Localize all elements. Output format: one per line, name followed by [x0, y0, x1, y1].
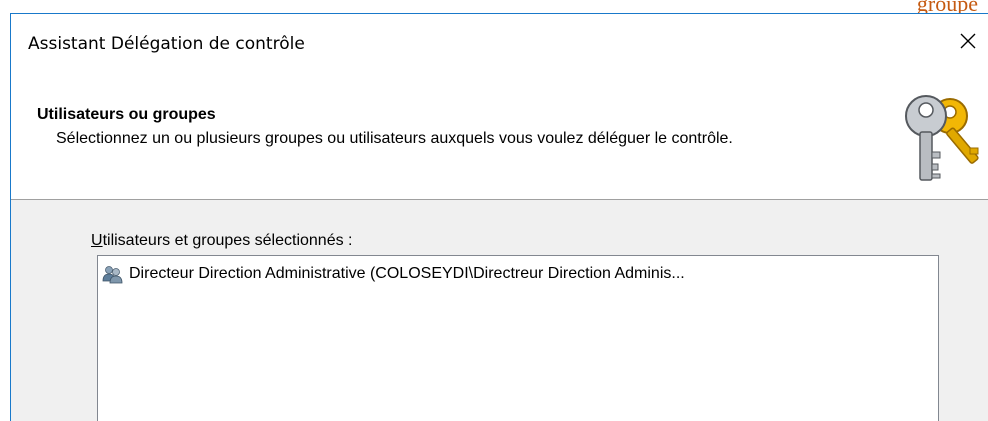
step-title: Utilisateurs ou groupes [37, 106, 216, 123]
background-document-strip: groupe [0, 0, 988, 14]
window-title: Assistant Délégation de contrôle [28, 34, 305, 54]
keys-icon [905, 95, 979, 181]
title-bar[interactable]: Assistant Délégation de contrôle [11, 14, 988, 74]
wizard-header: Utilisateurs ou groupes Sélectionnez un … [11, 74, 988, 200]
background-text-fragment: groupe [916, 0, 978, 14]
list-item[interactable]: Directeur Direction Administrative (COLO… [102, 261, 685, 287]
delegation-wizard-dialog: Assistant Délégation de contrôle Utilisa… [10, 13, 988, 421]
wizard-body: Utilisateurs et groupes sélectionnés : D… [11, 200, 988, 421]
list-item-label: Directeur Direction Administrative (COLO… [129, 265, 685, 282]
list-label-accelerator: U [91, 232, 103, 249]
selected-users-groups-list[interactable]: Directeur Direction Administrative (COLO… [97, 255, 939, 421]
close-icon [960, 33, 976, 49]
close-button[interactable] [948, 19, 988, 63]
list-label-text: tilisateurs et groupes sélectionnés : [102, 232, 353, 249]
step-description: Sélectionnez un ou plusieurs groupes ou … [56, 130, 733, 147]
group-icon [102, 266, 123, 284]
selected-list-label: Utilisateurs et groupes sélectionnés : [91, 232, 352, 250]
